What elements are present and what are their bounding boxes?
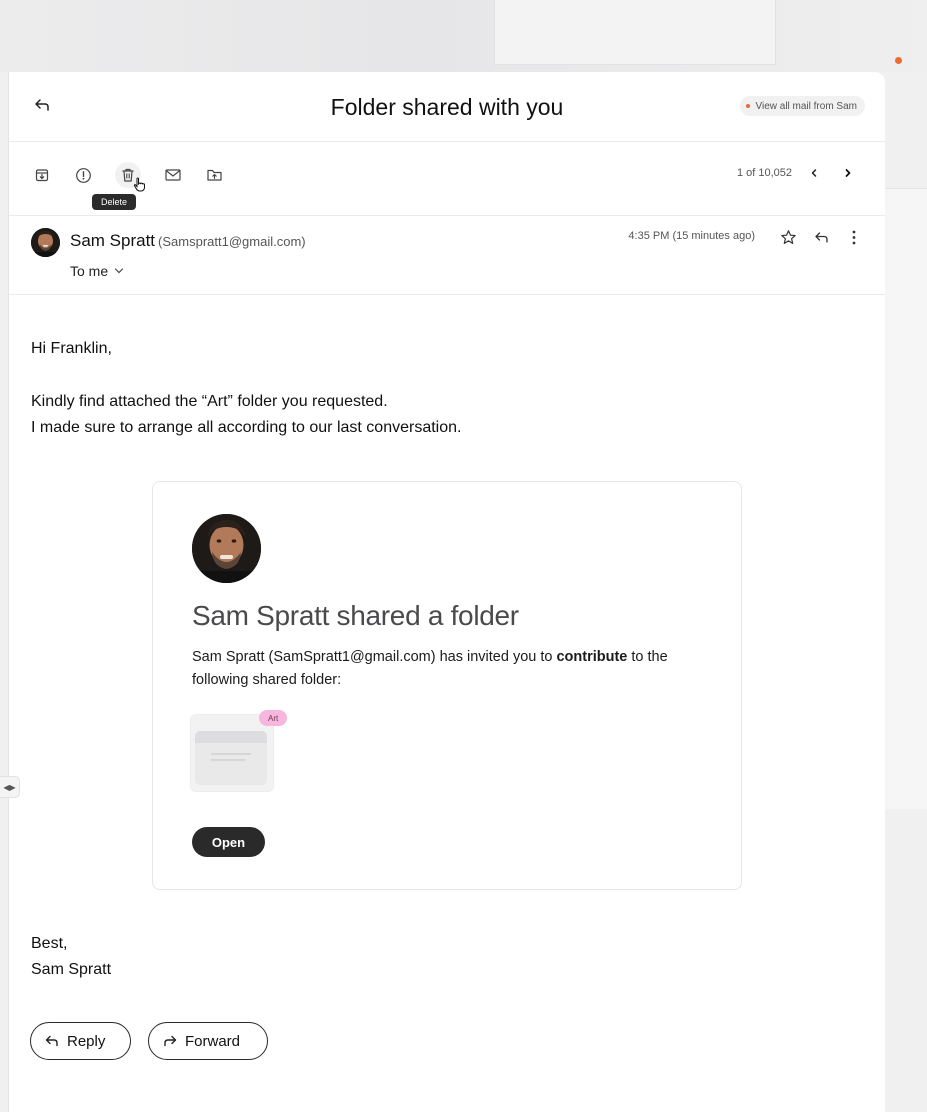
delete-tooltip: Delete [92,194,136,210]
sender-avatar[interactable] [31,228,60,257]
sender-row: Sam Spratt (Samspratt1@gmail.com) To me 4… [9,215,885,295]
signoff: Best, [31,935,68,952]
email-timestamp: 4:35 PM (15 minutes ago) [628,230,755,242]
to-me-label: To me [70,263,109,279]
body-line-1: Kindly find attached the “Art” folder yo… [31,393,388,410]
report-button[interactable] [72,164,94,186]
view-all-label: View all mail from Sam [755,100,857,112]
move-to-folder-button[interactable] [203,164,225,186]
signature: Sam Spratt [31,961,112,978]
shared-folder-card: Sam Spratt shared a folder Sam Spratt (S… [152,481,742,890]
move-to-folder-icon [206,169,222,181]
resize-handle[interactable]: ◀▶ [0,776,20,798]
chevron-right-icon [845,169,851,177]
forward-button[interactable]: Forward [148,1022,268,1060]
open-folder-button[interactable]: Open [192,827,265,857]
view-all-mail-button[interactable]: View all mail from Sam [740,96,865,116]
mail-icon [165,169,181,181]
email-header: Folder shared with you View all mail fro… [9,72,885,142]
background-card [494,0,776,65]
share-title: Sam Spratt shared a folder [192,600,519,631]
greeting: Hi Franklin, [31,340,112,357]
background-right-panel [884,188,927,809]
reply-icon [814,231,828,243]
folder-thumbnail[interactable] [190,714,274,792]
reply-label: Reply [67,1032,106,1050]
sharer-avatar [192,514,261,583]
more-vertical-icon [852,230,856,244]
sender-name: Sam Spratt [70,231,156,250]
folder-icon [195,731,267,785]
share-description: Sam Spratt (SamSpratt1@gmail.com) has in… [192,646,712,692]
body-line-2: I made sure to arrange all according to … [31,419,462,436]
sender-email: (Samspratt1@gmail.com) [158,234,306,249]
next-email-button[interactable] [839,164,857,182]
resize-handle-icon: ◀▶ [3,782,16,792]
background-top [0,0,927,72]
reply-icon-button[interactable] [811,227,831,247]
chevron-down-icon [115,268,124,274]
forward-icon [164,1035,177,1047]
archive-icon [35,169,49,182]
notification-dot [895,57,902,64]
share-desc-bold: contribute [556,649,628,665]
more-options-button[interactable] [844,227,864,247]
pager-text: 1 of 10,052 [736,167,792,179]
share-desc-prefix: Sam Spratt (SamSpratt1@gmail.com) has in… [192,649,557,665]
report-icon [75,167,91,183]
email-toolbar: Delete 1 of 10,052 [9,142,885,216]
indicator-dot [746,104,751,108]
star-icon [780,229,796,244]
previous-email-button[interactable] [805,164,823,182]
star-button[interactable] [778,227,798,247]
recipients-toggle[interactable]: To me [70,263,124,279]
archive-button[interactable] [31,164,53,186]
reply-icon [45,1035,58,1047]
chevron-left-icon [811,169,817,177]
folder-name-tag: Art [259,710,288,726]
mark-unread-button[interactable] [162,164,184,186]
pointer-cursor-icon [133,177,146,197]
sender-name-line: Sam Spratt (Samspratt1@gmail.com) [70,231,306,251]
reply-button[interactable]: Reply [30,1022,131,1060]
email-panel: Folder shared with you View all mail fro… [8,72,885,1112]
forward-label: Forward [185,1032,241,1050]
